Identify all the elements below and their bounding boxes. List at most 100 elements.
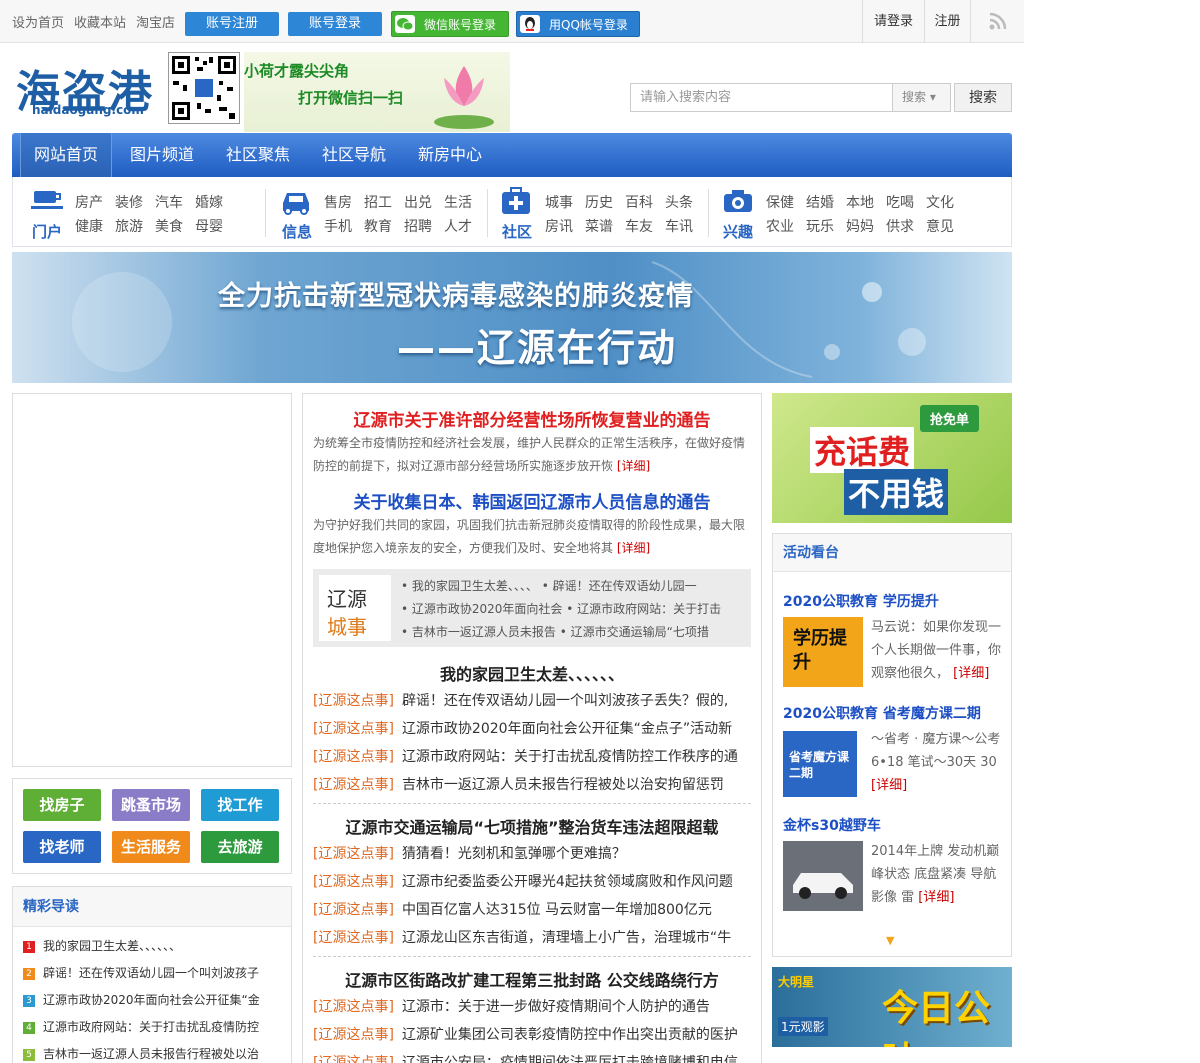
- news-item[interactable]: [辽源这点事] 辽源市公安局：疫情期间依法严厉打击跨境赌博和电信: [313, 1052, 743, 1063]
- section-title[interactable]: 辽源市交通运输局“七项措施”整治货车违法超限超载: [303, 814, 761, 838]
- more-link[interactable]: [详细]: [617, 541, 650, 555]
- section-title[interactable]: 我的家园卫生太差、、、、、、: [303, 661, 761, 685]
- cat-link[interactable]: 手机: [324, 216, 352, 236]
- cat-link[interactable]: 生活: [444, 192, 472, 212]
- login-button[interactable]: 账号登录: [288, 12, 382, 36]
- city-affairs-line[interactable]: • 辽源市政协2020年面向社会 • 辽源市政府网站：关于打击: [401, 600, 746, 617]
- cat-link[interactable]: 婚嫁: [195, 192, 223, 212]
- featured-item[interactable]: 2 辟谣！还在传双语幼儿园一个叫刘波孩子: [23, 964, 285, 981]
- set-home-link[interactable]: 设为首页: [12, 12, 64, 31]
- cat-link[interactable]: 意见: [926, 216, 954, 236]
- activity-title[interactable]: 2020公职教育 省考魔方课二期: [783, 703, 981, 723]
- taobao-link[interactable]: 淘宝店: [136, 12, 175, 31]
- epidemic-banner[interactable]: 全力抗击新型冠状病毒感染的肺炎疫情 ——辽源在行动: [12, 252, 1012, 383]
- city-affairs-logo[interactable]: 辽源 城事: [319, 575, 391, 641]
- cat-link[interactable]: 妈妈: [846, 216, 874, 236]
- expand-arrow-icon[interactable]: ▼: [886, 934, 894, 947]
- cat-link[interactable]: 汽车: [155, 192, 183, 212]
- cat-link[interactable]: 结婚: [806, 192, 834, 212]
- nav-community-focus[interactable]: 社区聚焦: [212, 133, 304, 177]
- city-affairs-line[interactable]: • 吉林市一返辽源人员未报告 • 辽源市交通运输局“七项措: [401, 623, 746, 640]
- cat-link[interactable]: 车讯: [665, 216, 693, 236]
- rss-icon[interactable]: [970, 0, 1024, 43]
- nav-community-guide[interactable]: 社区导航: [308, 133, 400, 177]
- cat-link[interactable]: 母婴: [195, 216, 223, 236]
- news-item[interactable]: [辽源这点事] 辽源市政协2020年面向社会公开征集“金点子”活动新: [313, 718, 743, 738]
- register-button[interactable]: 账号注册: [185, 12, 279, 36]
- cat-link[interactable]: 装修: [115, 192, 143, 212]
- find-house-button[interactable]: 找房子: [23, 789, 101, 821]
- nav-home[interactable]: 网站首页: [20, 133, 112, 177]
- cat-link[interactable]: 保健: [766, 192, 794, 212]
- movie-ad[interactable]: 大明星 1元观影 今日公映: [772, 967, 1012, 1047]
- nav-pictures[interactable]: 图片频道: [116, 133, 208, 177]
- flea-market-button[interactable]: 跳蚤市场: [112, 789, 190, 821]
- cat-link[interactable]: 头条: [665, 192, 693, 212]
- featured-item[interactable]: 4 辽源市政府网站：关于打击扰乱疫情防控: [23, 1018, 285, 1035]
- news-item[interactable]: [辽源这点事] 辟谣！还在传双语幼儿园一个叫刘波孩子丢失？假的,: [313, 690, 743, 710]
- cat-link[interactable]: 车友: [625, 216, 653, 236]
- please-login-link[interactable]: 请登录: [862, 0, 924, 43]
- more-link[interactable]: [详细]: [918, 890, 954, 905]
- find-job-button[interactable]: 找工作: [201, 789, 279, 821]
- wechat-login-button[interactable]: 微信账号登录: [391, 11, 509, 37]
- news-item[interactable]: [辽源这点事] 吉林市一返辽源人员未报告行程被处以治安拘留惩罚: [313, 774, 743, 794]
- cat-link[interactable]: 玩乐: [806, 216, 834, 236]
- cat-link[interactable]: 教育: [364, 216, 392, 236]
- cat-link[interactable]: 美食: [155, 216, 183, 236]
- news-item[interactable]: [辽源这点事] 辽源市政府网站：关于打击扰乱疫情防控工作秩序的通: [313, 746, 743, 766]
- travel-button[interactable]: 去旅游: [201, 831, 279, 863]
- news-item[interactable]: [辽源这点事] 辽源矿业集团公司表彰疫情防控中作出突出贡献的医护: [313, 1024, 743, 1044]
- cat-link[interactable]: 百科: [625, 192, 653, 212]
- phone-recharge-ad[interactable]: 抢免单 充话费 不用钱: [772, 393, 1012, 523]
- featured-item[interactable]: 3 辽源市政协2020年面向社会公开征集“金: [23, 991, 285, 1008]
- city-affairs-line[interactable]: • 我的家园卫生太差、、、、 • 辟谣！还在传双语幼儿园一: [401, 577, 746, 594]
- more-link[interactable]: [详细]: [871, 778, 907, 793]
- search-type-dropdown[interactable]: 搜索 ▾: [893, 83, 951, 112]
- signup-link[interactable]: 注册: [924, 0, 970, 43]
- category-portal-title[interactable]: 门户: [32, 221, 62, 242]
- activity-image-car[interactable]: [783, 841, 863, 911]
- cat-link[interactable]: 供求: [886, 216, 914, 236]
- wechat-promo-banner[interactable]: 小荷才露尖尖角 打开微信扫一扫: [244, 52, 510, 132]
- category-interest-title[interactable]: 兴趣: [723, 221, 753, 242]
- bookmark-link[interactable]: 收藏本站: [74, 12, 126, 31]
- cat-link[interactable]: 文化: [926, 192, 954, 212]
- activity-title[interactable]: 2020公职教育 学历提升: [783, 591, 939, 611]
- more-link[interactable]: [详细]: [617, 459, 650, 473]
- cat-link[interactable]: 出兑: [404, 192, 432, 212]
- featured-item[interactable]: 1 我的家园卫生太差、、、、、、: [23, 937, 285, 954]
- cat-link[interactable]: 房产: [75, 192, 103, 212]
- search-input[interactable]: 请输入搜索内容: [630, 83, 893, 112]
- category-info-title[interactable]: 信息: [282, 221, 312, 242]
- section-title[interactable]: 辽源市区街路改扩建工程第三批封路 公交线路绕行方: [303, 967, 761, 991]
- cat-link[interactable]: 城事: [545, 192, 573, 212]
- headline-notice-2[interactable]: 关于收集日本、韩国返回辽源市人员信息的通告: [303, 488, 761, 513]
- search-button[interactable]: 搜索: [954, 83, 1012, 112]
- qq-login-button[interactable]: 用QQ帐号登录: [516, 11, 640, 37]
- cat-link[interactable]: 旅游: [115, 216, 143, 236]
- news-item[interactable]: [辽源这点事] 中国百亿富人达315位 马云财富一年增加800亿元: [313, 899, 743, 919]
- activity-title[interactable]: 金杯s30越野车: [783, 815, 881, 835]
- featured-item[interactable]: 5 吉林市一返辽源人员未报告行程被处以治: [23, 1045, 285, 1062]
- news-item[interactable]: [辽源这点事] 辽源龙山区东吉街道，清理墙上小广告，治理城市“牛: [313, 927, 743, 947]
- cat-link[interactable]: 菜谱: [585, 216, 613, 236]
- activity-image[interactable]: 学历提升: [783, 617, 863, 687]
- more-link[interactable]: [详细]: [953, 666, 989, 681]
- news-item[interactable]: [辽源这点事] 辽源市：关于进一步做好疫情期间个人防护的通告: [313, 996, 743, 1016]
- cat-link[interactable]: 健康: [75, 216, 103, 236]
- life-service-button[interactable]: 生活服务: [112, 831, 190, 863]
- cat-link[interactable]: 历史: [585, 192, 613, 212]
- cat-link[interactable]: 农业: [766, 216, 794, 236]
- cat-link[interactable]: 招聘: [404, 216, 432, 236]
- cat-link[interactable]: 售房: [324, 192, 352, 212]
- cat-link[interactable]: 招工: [364, 192, 392, 212]
- cat-link[interactable]: 吃喝: [886, 192, 914, 212]
- nav-new-homes[interactable]: 新房中心: [404, 133, 496, 177]
- category-community-title[interactable]: 社区: [502, 221, 532, 242]
- news-item[interactable]: [辽源这点事] 辽源市纪委监委公开曝光4起扶贫领域腐败和作风问题: [313, 871, 743, 891]
- headline-notice-1[interactable]: 辽源市关于准许部分经营性场所恢复营业的通告: [303, 406, 761, 431]
- cat-link[interactable]: 房讯: [545, 216, 573, 236]
- cat-link[interactable]: 本地: [846, 192, 874, 212]
- news-item[interactable]: [辽源这点事] 猜猜看！光刻机和氢弹哪个更难搞？: [313, 843, 743, 863]
